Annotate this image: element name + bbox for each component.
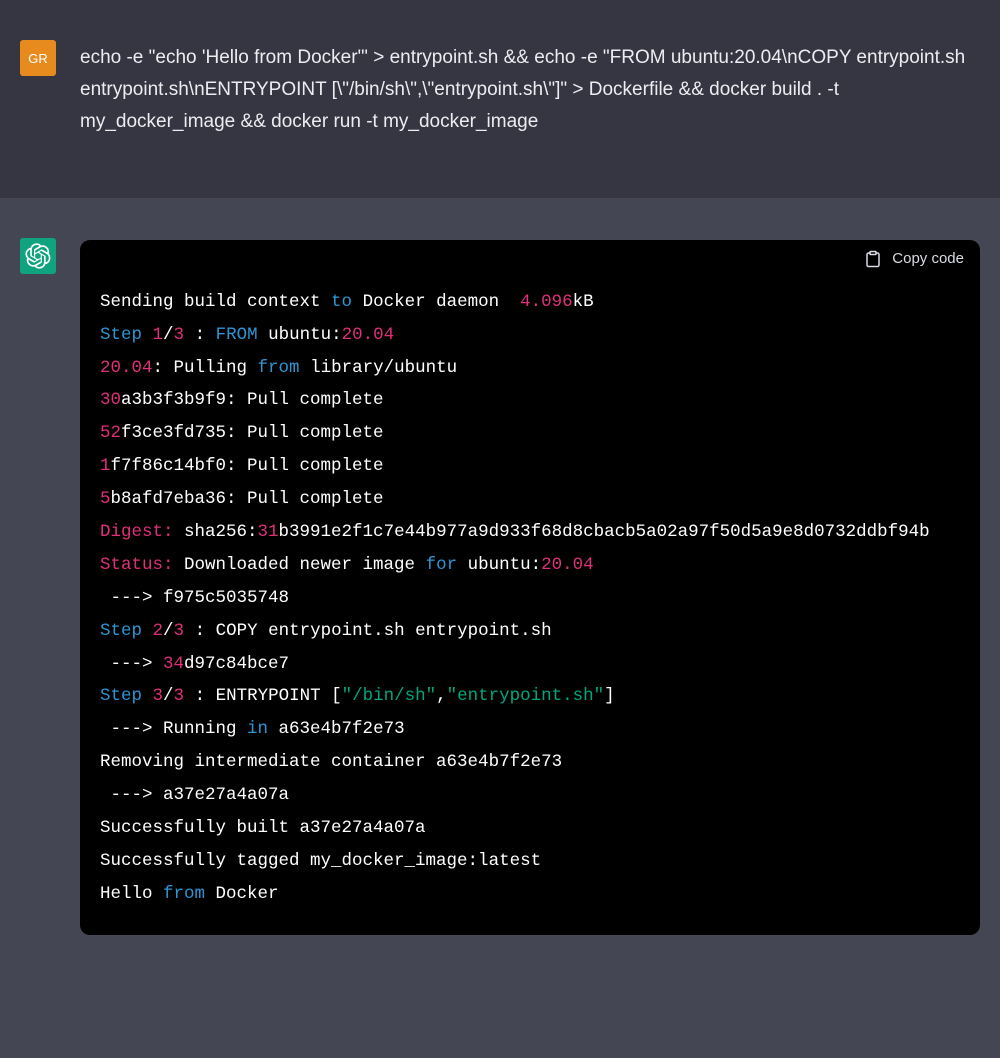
- assistant-message-row: Copy code Sending build context to Docke…: [0, 198, 1000, 955]
- copy-code-label: Copy code: [892, 250, 964, 267]
- code-body[interactable]: Sending build context to Docker daemon 4…: [80, 278, 980, 935]
- user-message-row: GR echo -e "echo 'Hello from Docker'" > …: [0, 0, 1000, 198]
- user-avatar: GR: [20, 40, 56, 76]
- openai-logo-icon: [25, 243, 51, 269]
- code-block: Copy code Sending build context to Docke…: [80, 240, 980, 935]
- code-header: Copy code: [80, 240, 980, 278]
- user-message-text: echo -e "echo 'Hello from Docker'" > ent…: [80, 40, 980, 138]
- user-initials: GR: [28, 51, 48, 66]
- clipboard-icon: [864, 250, 882, 268]
- assistant-avatar: [20, 238, 56, 274]
- copy-code-button[interactable]: Copy code: [864, 250, 964, 268]
- assistant-message-content: Copy code Sending build context to Docke…: [80, 238, 980, 935]
